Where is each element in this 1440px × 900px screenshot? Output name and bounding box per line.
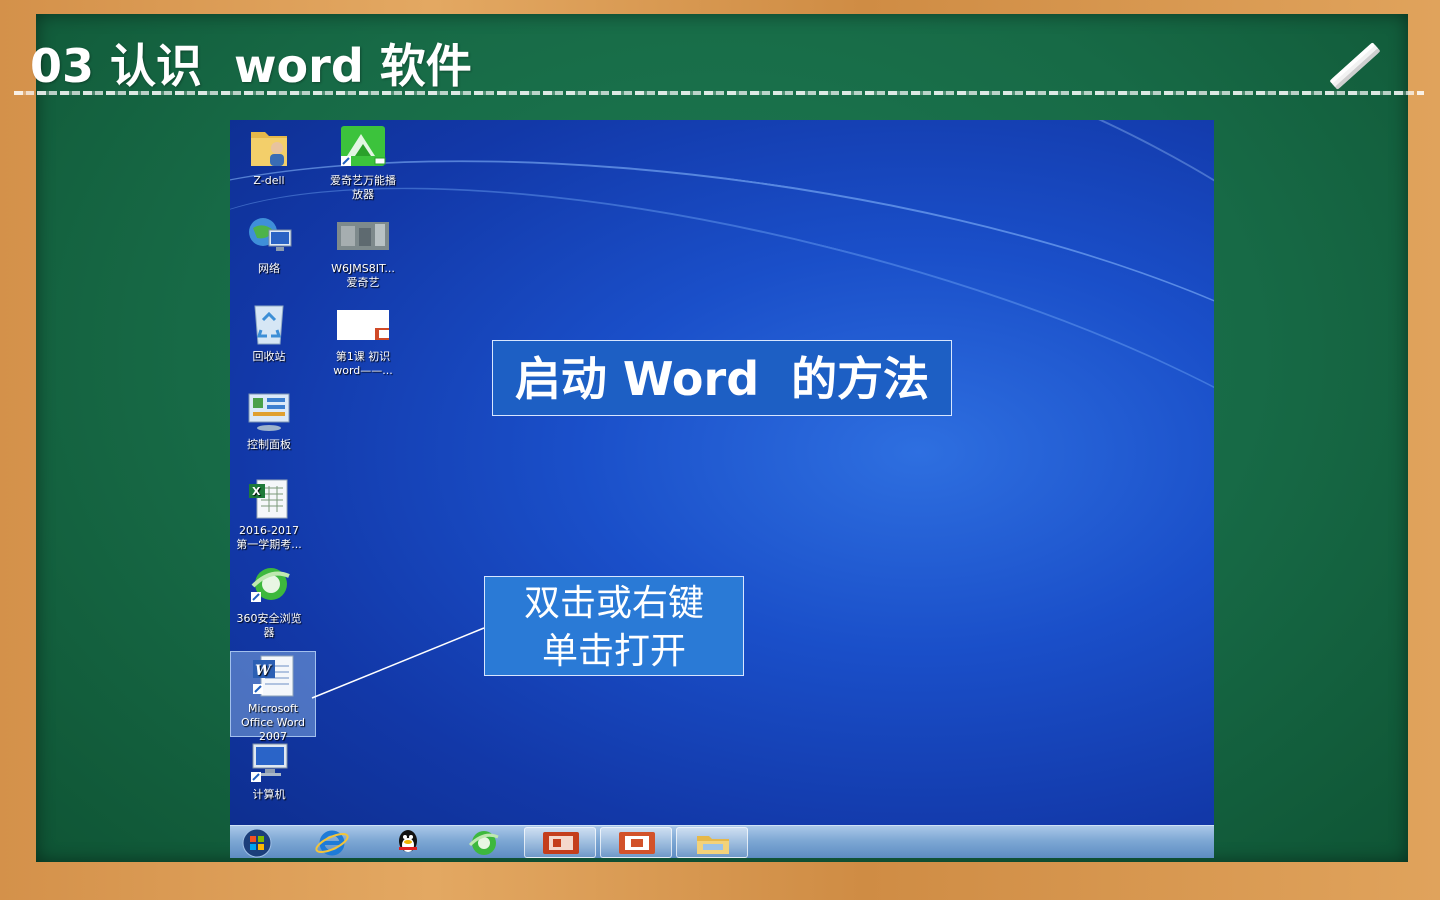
browser-360-icon[interactable]: [462, 827, 506, 858]
desktop-icon-label: 控制面板: [247, 438, 291, 451]
powerpoint-icon: [543, 832, 579, 854]
taskbar-button-powerpoint-1[interactable]: [524, 827, 596, 858]
powerpoint-icon: [619, 832, 655, 854]
desktop-screenshot: Z-dell 网络 回收站 控制面板 X 2016-2017 第一学期考... …: [230, 120, 1214, 858]
desktop-icon-word-2007[interactable]: W Microsoft Office Word 2007: [230, 651, 316, 743]
desktop-icon-excel-file[interactable]: X 2016-2017 第一学期考...: [230, 476, 311, 552]
excel-file-icon: X: [249, 479, 288, 519]
desktop-icon-label: 回收站: [252, 350, 286, 363]
start-orb-icon[interactable]: [232, 827, 282, 858]
slide-title: 03 认识 word 软件: [30, 39, 472, 93]
desktop-icon-iqiyi-player[interactable]: 爱奇艺万能播 放器: [320, 126, 406, 202]
desktop-icon-360-browser[interactable]: 360安全浏览 器: [230, 564, 311, 640]
desktop-icon-label: W6JMS8IT...: [331, 262, 395, 275]
callout-start-word-methods: 启动 Word 的方法: [492, 340, 952, 416]
desktop-icon-label: 360安全浏览: [236, 612, 302, 625]
desktop-icon-network[interactable]: 网络: [230, 214, 311, 276]
recycle-bin-icon: [254, 305, 284, 345]
callout-double-click-hint: 双击或右键 单击打开: [484, 576, 744, 676]
desktop-icon-label: 第1课 初识: [335, 350, 391, 363]
svg-text:W: W: [255, 663, 272, 679]
desktop-icon-label: 器: [263, 626, 275, 639]
network-icon: [249, 218, 292, 251]
desktop-icon-video-file[interactable]: W6JMS8IT... 爱奇艺: [320, 214, 406, 290]
svg-text:X: X: [252, 485, 261, 498]
chalk-divider: [14, 91, 1424, 95]
desktop-icon-label: 爱奇艺万能播: [330, 174, 396, 187]
desktop-icon-z-dell[interactable]: Z-dell: [230, 126, 311, 188]
taskbar-button-explorer[interactable]: [676, 827, 748, 858]
desktop-icon-label: Microsoft: [247, 702, 299, 715]
word-icon: W: [253, 655, 294, 697]
desktop-icon-label: 计算机: [252, 788, 286, 801]
taskbar-button-powerpoint-2[interactable]: [600, 827, 672, 858]
video-thumbnail-icon: [337, 222, 389, 250]
desktop-icon-control-panel[interactable]: 控制面板: [230, 390, 311, 452]
desktop-icon-computer[interactable]: 计算机: [230, 740, 311, 802]
powerpoint-file-icon: [337, 310, 389, 340]
desktop-icon-label: 爱奇艺: [346, 276, 380, 289]
qq-icon[interactable]: [386, 827, 430, 858]
browser-360-icon: [251, 568, 290, 602]
callout-line-1: 双击或右键: [523, 583, 704, 624]
desktop-icon-label: 2016-2017: [239, 524, 299, 537]
desktop-icon-ppt-file[interactable]: 第1课 初识 word——...: [320, 302, 406, 378]
desktop-icon-label: 第一学期考...: [236, 538, 302, 551]
control-panel-icon: [248, 393, 290, 431]
desktop-icon-label: word——...: [333, 364, 393, 377]
callout-line-2: 单击打开: [541, 631, 686, 672]
desktop-icon-recycle-bin[interactable]: 回收站: [230, 302, 311, 364]
desktop-icon-label: Z-dell: [253, 174, 285, 187]
desktop-icon-label: 放器: [352, 188, 374, 201]
internet-explorer-icon[interactable]: [310, 827, 354, 858]
computer-icon: [251, 743, 288, 782]
file-explorer-icon: [697, 836, 729, 854]
iqiyi-player-icon: [341, 126, 386, 166]
desktop-icon-label: 网络: [258, 262, 280, 275]
desktop-icon-label: Office Word: [241, 716, 305, 729]
taskbar: [230, 825, 1214, 858]
chalk-icon: [1330, 42, 1380, 90]
user-folder-icon: [251, 132, 287, 166]
